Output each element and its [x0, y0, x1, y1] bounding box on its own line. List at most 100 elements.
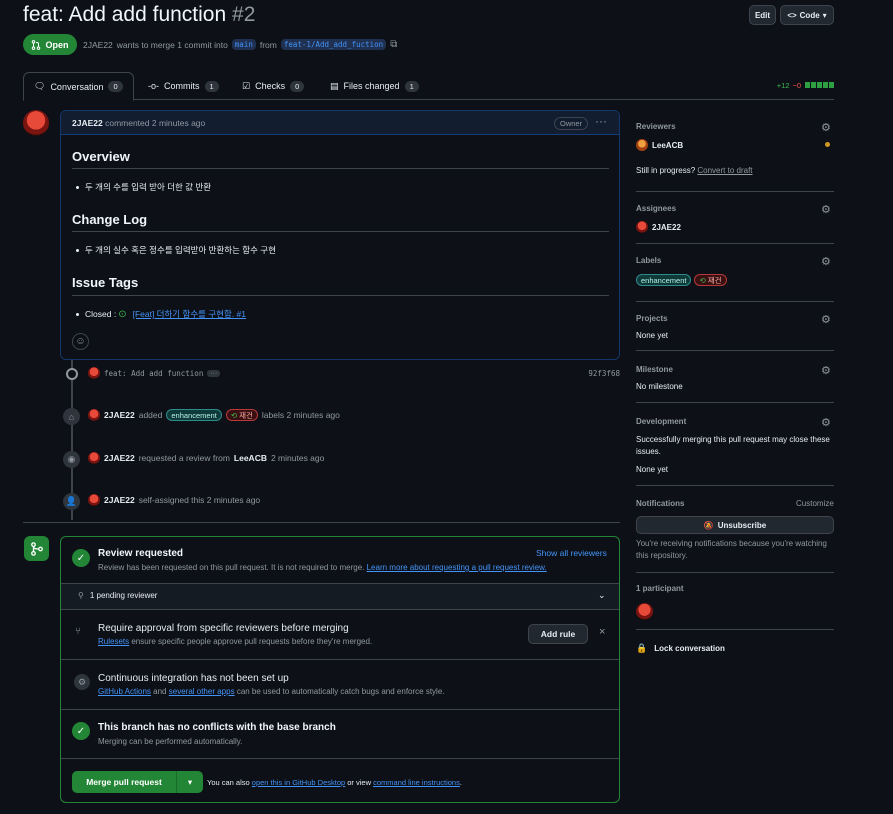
rulesets-link[interactable]: Rulesets — [98, 637, 129, 646]
ci-and: and — [153, 687, 167, 696]
tab-checks[interactable]: ☑ Checks 0 — [242, 72, 305, 100]
gear-icon[interactable]: ⚙ — [821, 121, 831, 134]
label-enhancement[interactable]: enhancement — [636, 274, 692, 286]
tab-label: Checks — [255, 81, 286, 91]
tab-conversation[interactable]: 🗨 Conversation 0 — [23, 72, 134, 101]
avatar[interactable] — [88, 409, 100, 421]
still-in-progress: Still in progress? Convert to draft — [636, 166, 753, 175]
avatar[interactable] — [23, 110, 49, 136]
merge-pull-request-button[interactable]: Merge pull request — [72, 771, 177, 793]
head-branch[interactable]: feat-1/Add_add_fuction — [280, 39, 387, 50]
event-actor[interactable]: 2JAE22 — [104, 453, 135, 463]
label-rebuild[interactable]: ⟲ 재건 — [225, 409, 258, 421]
code-button[interactable]: <> Code ▾ — [780, 5, 834, 25]
avatar[interactable] — [636, 603, 653, 620]
milestone-value: No milestone — [636, 382, 683, 391]
kebab-menu-icon[interactable]: ··· — [595, 114, 607, 128]
labels-label: Labels — [636, 256, 662, 265]
lock-conversation[interactable]: 🔒 Lock conversation — [636, 643, 725, 654]
cli-link[interactable]: command line instructions — [373, 778, 460, 787]
review-learn-link[interactable]: Learn more about requesting a pull reque… — [367, 563, 547, 572]
customize-link[interactable]: Customize — [796, 499, 834, 508]
review-title: Review requested — [98, 548, 184, 559]
assign-event: 2JAE22 self-assigned this 2 minutes ago — [88, 494, 260, 506]
event-actor[interactable]: 2JAE22 — [104, 410, 135, 420]
tab-count: 1 — [404, 80, 419, 92]
diffstat[interactable]: +12 −0 — [777, 81, 834, 90]
git-merge-icon — [24, 536, 49, 561]
reviewer-item[interactable]: LeeACB — [636, 139, 683, 151]
merge-button-group: Merge pull request ▾ — [72, 771, 203, 793]
commit-row: feat: Add add function ··· 92f3f68 — [88, 367, 620, 379]
participants-label: 1 participant — [636, 584, 684, 593]
smiley-icon[interactable]: ☺ — [72, 333, 89, 350]
reviewers-section: Reviewers ⚙ LeeACB Still in progress? Co… — [636, 121, 834, 192]
edit-button[interactable]: Edit — [749, 5, 776, 25]
merge-dropdown-button[interactable]: ▾ — [177, 771, 203, 793]
desktop-link[interactable]: open this in GitHub Desktop — [252, 778, 345, 787]
avatar[interactable] — [88, 452, 100, 464]
comment-author[interactable]: 2JAE22 — [72, 118, 103, 128]
gear-icon[interactable]: ⚙ — [821, 255, 831, 268]
gear-icon[interactable]: ⚙ — [821, 203, 831, 216]
changelog-item-text: 두 개의 실수 혹은 정수를 입력받아 반환하는 함수 구현 — [85, 245, 276, 255]
divider — [636, 301, 834, 302]
labels-list: enhancement ⟲ 재건 — [636, 274, 727, 286]
base-branch[interactable]: main — [231, 39, 256, 50]
changelog-item: 두 개의 실수 혹은 정수를 입력받아 반환하는 함수 구현 — [76, 244, 276, 256]
gear-icon[interactable]: ⚙ — [821, 364, 831, 377]
overview-heading: Overview — [72, 149, 130, 164]
issue-link[interactable]: [Feat] 더하기 함수를 구현함. #1 — [133, 308, 246, 320]
ellipsis-icon[interactable]: ··· — [207, 369, 221, 377]
copy-icon[interactable]: ⧉ — [390, 39, 397, 50]
conflict-subtitle: Merging can be performed automatically. — [98, 737, 243, 746]
convert-draft-link[interactable]: Convert to draft — [697, 166, 752, 175]
tab-label: Files changed — [343, 81, 400, 91]
assignee-item[interactable]: 2JAE22 — [636, 221, 681, 233]
close-icon[interactable]: × — [599, 626, 605, 638]
label-text: 재건 — [707, 275, 722, 285]
github-actions-link[interactable]: GitHub Actions — [98, 687, 151, 696]
label-enhancement[interactable]: enhancement — [166, 409, 222, 421]
labels-section: Labels ⚙ enhancement ⟲ 재건 — [636, 255, 834, 302]
merge-box: ✓ Review requested Review has been reque… — [60, 536, 620, 803]
tab-commits[interactable]: -o- Commits 1 — [148, 72, 219, 100]
commit-icon: -o- — [148, 81, 159, 91]
gear-icon[interactable]: ⚙ — [821, 313, 831, 326]
show-all-reviewers-link[interactable]: Show all reviewers — [536, 548, 607, 558]
event-verb: requested a review from — [138, 453, 230, 463]
label-text: 재건 — [239, 410, 253, 420]
event-suffix: 2 minutes ago — [270, 453, 325, 463]
code-button-label: Code — [799, 10, 820, 20]
check-icon: ✓ — [72, 722, 90, 740]
pr-author[interactable]: 2JAE22 — [83, 40, 113, 50]
conflict-section: ✓ This branch has no conflicts with the … — [61, 710, 619, 759]
avatar — [636, 221, 648, 233]
review-sub-text: Review has been requested on this pull r… — [98, 563, 365, 572]
pending-reviewer-row[interactable]: ⚲ 1 pending reviewer ⌄ — [61, 584, 619, 610]
chevron-down-icon[interactable]: ⌄ — [598, 590, 606, 601]
avatar[interactable] — [88, 494, 100, 506]
lock-label: Lock conversation — [654, 644, 725, 653]
pr-title-text: feat: Add add function — [23, 3, 227, 26]
add-rule-button[interactable]: Add rule — [528, 624, 588, 644]
commit-message[interactable]: feat: Add add function — [104, 369, 203, 378]
label-rebuild[interactable]: ⟲ 재건 — [694, 274, 727, 286]
avatar[interactable] — [88, 367, 100, 379]
unsubscribe-button[interactable]: 🔕 Unsubscribe — [636, 516, 834, 534]
divider — [636, 191, 834, 192]
event-actor[interactable]: 2JAE22 — [104, 495, 135, 505]
chevron-down-icon: ▾ — [187, 776, 193, 787]
label-event: 2JAE22 added enhancement ⟲ 재건 labels 2 mi… — [88, 409, 340, 421]
other-apps-link[interactable]: several other apps — [169, 687, 235, 696]
gear-icon[interactable]: ⚙ — [821, 416, 831, 429]
event-target[interactable]: LeeACB — [234, 453, 267, 463]
ci-subtitle: GitHub Actions and several other apps ca… — [98, 687, 445, 696]
commit-sha[interactable]: 92f3f68 — [588, 369, 620, 378]
tab-files-changed[interactable]: ▤ Files changed 1 — [330, 72, 419, 100]
pull-request-icon — [32, 39, 41, 50]
conflict-title: This branch has no conflicts with the ba… — [98, 722, 336, 733]
approval-title: Require approval from specific reviewers… — [98, 623, 349, 634]
diffstat-bar — [804, 81, 834, 90]
person-icon: 👤 — [63, 493, 80, 510]
